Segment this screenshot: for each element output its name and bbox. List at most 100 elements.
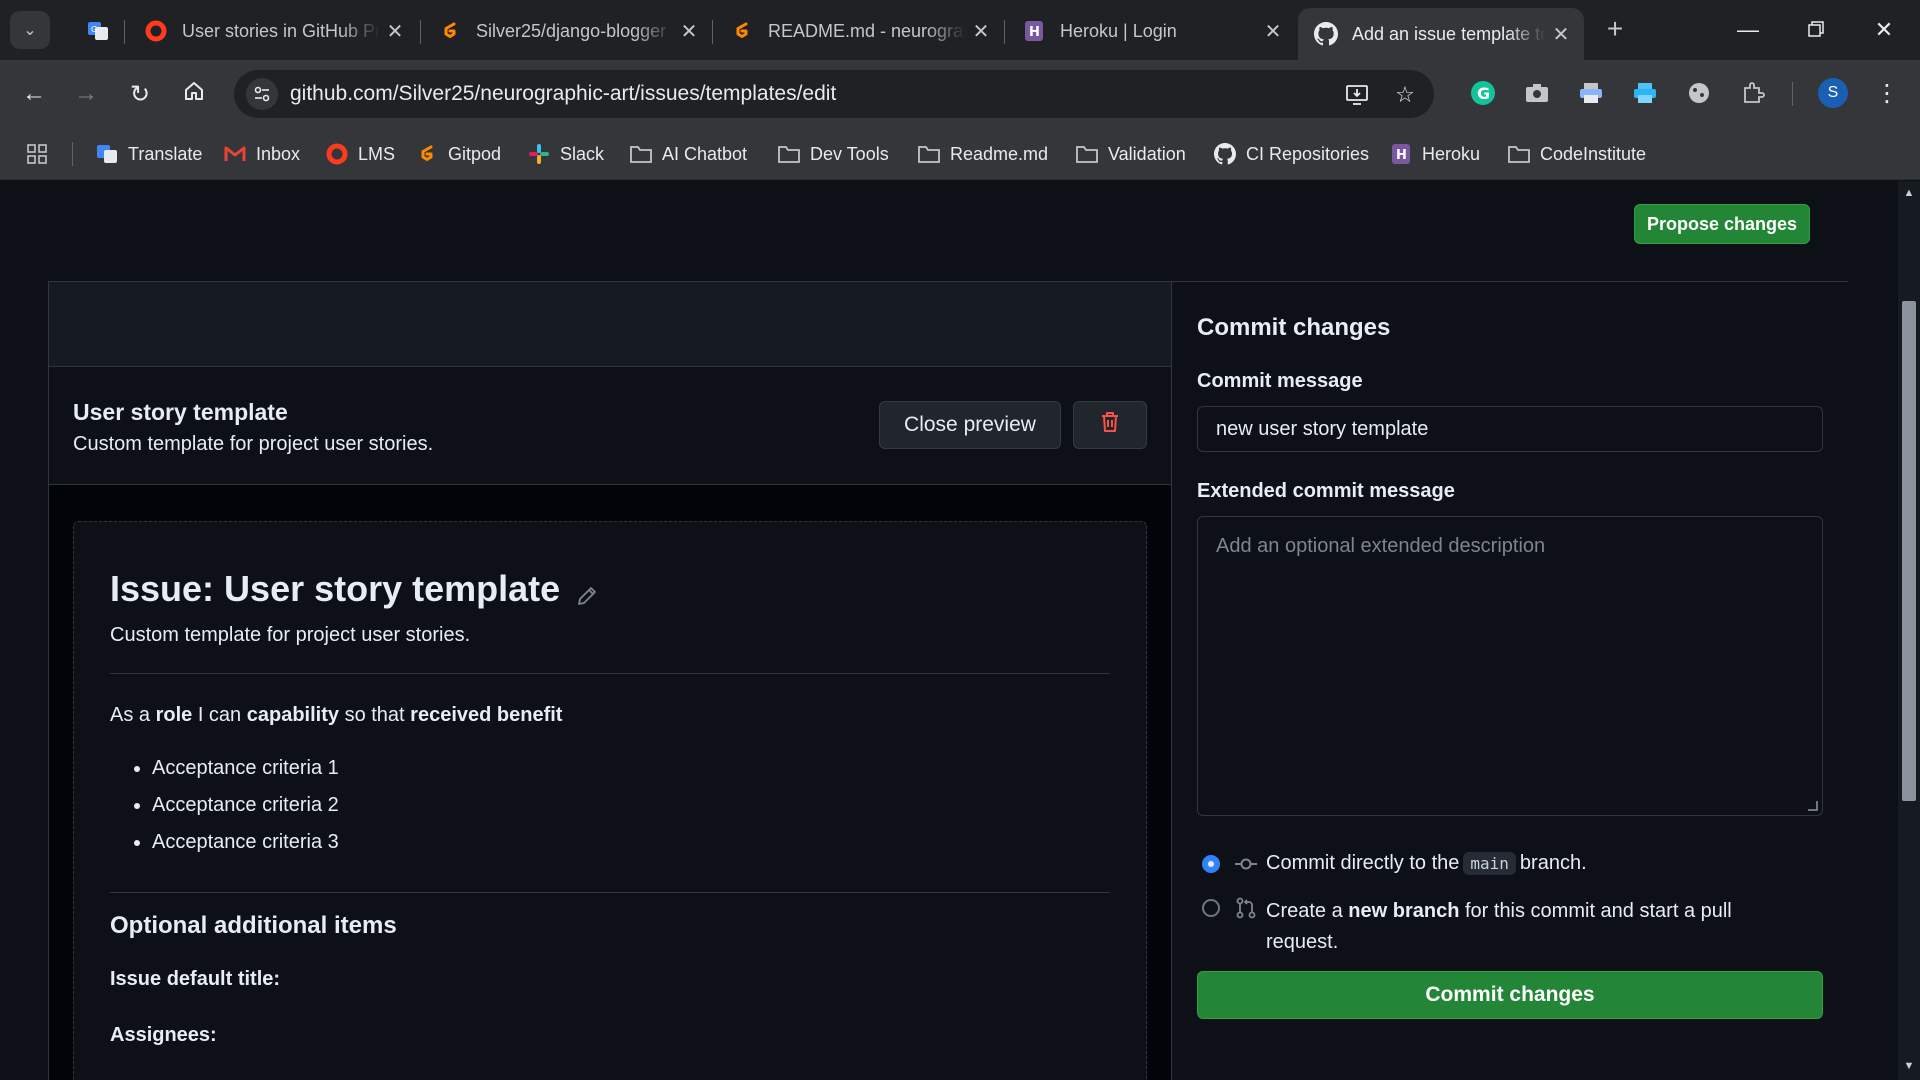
gitpod-icon xyxy=(416,143,438,165)
print-friendly-icon[interactable] xyxy=(1630,78,1660,108)
tab-title: Add an issue template to xyxy=(1352,23,1546,44)
bookmark-codeinstitute[interactable]: CodeInstitute xyxy=(1508,140,1646,168)
tab-separator xyxy=(1004,20,1005,44)
story-text: As a xyxy=(110,704,156,726)
extension-cookie-icon[interactable] xyxy=(1684,78,1714,108)
close-icon[interactable]: ✕ xyxy=(1546,22,1576,47)
close-icon[interactable]: ✕ xyxy=(1258,19,1288,44)
gitpod-icon xyxy=(438,19,462,43)
toolbar-divider xyxy=(1792,82,1793,106)
bookmark-ai-chatbot[interactable]: AI Chatbot xyxy=(630,140,747,168)
arrow-right-icon: → xyxy=(74,80,98,107)
close-icon[interactable]: ✕ xyxy=(674,19,704,44)
printer-icon[interactable] xyxy=(1576,78,1606,108)
bookmark-label: LMS xyxy=(358,143,396,164)
menu-kebab-icon[interactable]: ⋮ xyxy=(1872,78,1902,108)
bookmark-heroku[interactable]: H Heroku xyxy=(1390,140,1480,168)
bookmark-label: Inbox xyxy=(256,143,301,164)
acceptance-criteria-list: Acceptance criteria 1 Acceptance criteri… xyxy=(152,756,339,867)
git-commit-icon xyxy=(1234,852,1258,876)
minimize-button[interactable]: — xyxy=(1718,8,1778,52)
tab-add-issue-template[interactable]: Add an issue template to ✕ xyxy=(1298,8,1584,60)
profile-avatar[interactable]: S xyxy=(1818,78,1848,108)
heroku-icon: H xyxy=(1390,143,1412,165)
radio-selected[interactable] xyxy=(1202,855,1220,873)
page-scrollbar[interactable]: ▲ ▼ xyxy=(1898,181,1920,1080)
url-text: github.com/Silver25/neurographic-art/iss… xyxy=(290,82,837,105)
radio-unselected[interactable] xyxy=(1202,899,1220,917)
extensions-puzzle-icon[interactable] xyxy=(1738,78,1768,108)
bookmark-validation[interactable]: Validation xyxy=(1076,140,1186,168)
back-button[interactable]: ← xyxy=(14,74,54,114)
option-suffix: branch. xyxy=(1519,852,1587,874)
tab-user-stories[interactable]: User stories in GitHub Projects ✕ xyxy=(128,8,418,54)
reload-button[interactable]: ↻ xyxy=(120,74,160,114)
textarea-placeholder: Add an optional extended description xyxy=(1216,535,1546,557)
bookmark-dev-tools[interactable]: Dev Tools xyxy=(778,140,889,168)
pencil-icon[interactable] xyxy=(574,576,600,605)
grammarly-icon[interactable]: G xyxy=(1468,78,1498,108)
extended-message-textarea[interactable]: Add an optional extended description xyxy=(1197,516,1823,816)
template-about: Custom template for project user stories… xyxy=(73,433,434,455)
close-window-button[interactable]: ✕ xyxy=(1854,8,1914,52)
commit-message-label: Commit message xyxy=(1197,370,1363,392)
bookmark-readme[interactable]: Readme.md xyxy=(918,140,1048,168)
tab-readme[interactable]: README.md - neurographic-art ✕ xyxy=(714,8,1004,54)
bookmark-star-icon[interactable]: ☆ xyxy=(1392,82,1418,108)
bookmark-slack[interactable]: Slack xyxy=(528,140,604,168)
bookmark-lms[interactable]: LMS xyxy=(326,140,395,168)
folder-icon xyxy=(778,143,800,165)
story-text: so that xyxy=(339,704,411,726)
folder-icon xyxy=(918,143,940,165)
bookmark-label: Translate xyxy=(128,143,203,164)
site-info-icon[interactable] xyxy=(246,78,278,110)
commit-changes-button[interactable]: Commit changes xyxy=(1197,971,1823,1019)
bookmark-translate[interactable]: Translate xyxy=(96,140,202,168)
forward-button[interactable]: → xyxy=(66,74,106,114)
camera-icon[interactable] xyxy=(1522,78,1552,108)
resize-handle-icon[interactable] xyxy=(1808,801,1818,811)
gmail-icon xyxy=(224,143,246,165)
tab-translate-pinned[interactable]: G xyxy=(70,8,110,54)
bookmark-label: Dev Tools xyxy=(810,143,889,164)
scroll-down-icon[interactable]: ▼ xyxy=(1902,1060,1916,1074)
scroll-up-icon[interactable]: ▲ xyxy=(1902,187,1916,201)
divider xyxy=(110,892,1110,893)
restore-button[interactable] xyxy=(1786,8,1846,52)
option-text: Commit directly to the main branch. xyxy=(1266,852,1587,875)
story-capability: capability xyxy=(246,704,340,726)
bookmark-ci-repositories[interactable]: CI Repositories xyxy=(1214,140,1369,168)
slack-icon xyxy=(528,143,550,165)
address-bar[interactable]: github.com/Silver25/neurographic-art/iss… xyxy=(234,70,1434,118)
branch-name: main xyxy=(1463,852,1516,875)
propose-changes-button[interactable]: Propose changes xyxy=(1634,204,1810,244)
new-tab-button[interactable]: + xyxy=(1597,12,1633,48)
tab-django-blogger[interactable]: Silver25/django-blogger ✕ xyxy=(422,8,712,54)
list-item: Acceptance criteria 2 xyxy=(152,793,339,830)
install-app-icon[interactable] xyxy=(1344,82,1370,108)
option-prefix: Create a xyxy=(1266,900,1343,922)
commit-message-input[interactable]: new user story template xyxy=(1197,406,1823,452)
tab-search-button[interactable]: ⌄ xyxy=(10,11,50,49)
circle-logo-icon xyxy=(144,19,168,43)
tab-heroku[interactable]: H Heroku | Login ✕ xyxy=(1006,8,1296,54)
close-icon[interactable]: ✕ xyxy=(966,19,996,44)
translate-icon xyxy=(96,143,118,165)
home-icon xyxy=(183,80,205,109)
story-benefit: received benefit xyxy=(410,704,563,726)
close-preview-button[interactable]: Close preview xyxy=(879,401,1061,449)
commit-new-branch-option[interactable]: Create a new branch for this commit and … xyxy=(1202,896,1802,958)
scrollbar-thumb[interactable] xyxy=(1902,301,1916,801)
home-button[interactable] xyxy=(174,74,214,114)
story-text: I can xyxy=(192,704,247,726)
commit-direct-option[interactable]: Commit directly to the main branch. xyxy=(1202,852,1587,876)
list-item: Acceptance criteria 1 xyxy=(152,756,339,793)
bookmark-divider xyxy=(72,142,73,166)
apps-grid-icon[interactable] xyxy=(26,140,48,168)
bookmark-inbox[interactable]: Inbox xyxy=(224,140,300,168)
bookmark-gitpod[interactable]: Gitpod xyxy=(416,140,501,168)
delete-template-button[interactable] xyxy=(1073,401,1147,449)
folder-icon xyxy=(1508,143,1530,165)
browser-toolbar: ← → ↻ github.com/Silver25/neurographic-a… xyxy=(0,60,1920,128)
close-icon[interactable]: ✕ xyxy=(380,19,410,44)
